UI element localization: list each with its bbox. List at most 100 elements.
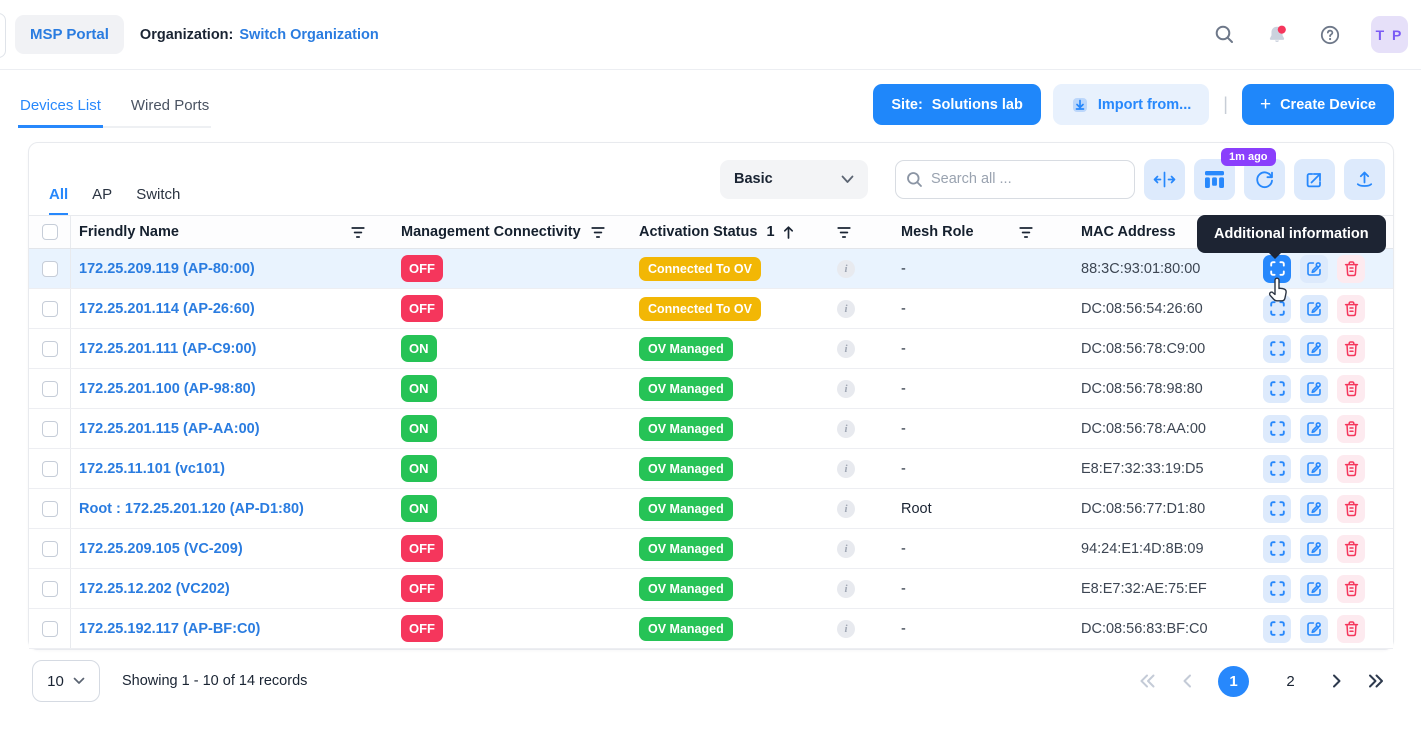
info-icon[interactable]: i <box>837 620 855 638</box>
row-checkbox[interactable] <box>42 501 58 517</box>
header-friendly-name[interactable]: Friendly Name <box>71 216 391 248</box>
notification-bell-icon[interactable] <box>1265 23 1289 47</box>
device-name-link[interactable]: 172.25.209.119 (AP-80:00) <box>79 261 255 277</box>
edit-device-button[interactable] <box>1300 575 1328 603</box>
row-checkbox[interactable] <box>42 381 58 397</box>
info-icon[interactable]: i <box>837 260 855 278</box>
delete-device-button[interactable] <box>1337 375 1365 403</box>
table-row[interactable]: 172.25.201.114 (AP-26:60) OFF Connected … <box>29 289 1393 329</box>
delete-device-button[interactable] <box>1337 335 1365 363</box>
delete-device-button[interactable] <box>1337 495 1365 523</box>
expand-row-button[interactable] <box>1263 615 1291 643</box>
expand-row-button[interactable] <box>1263 335 1291 363</box>
table-row[interactable]: 172.25.201.111 (AP-C9:00) ON OV Managed … <box>29 329 1393 369</box>
device-name-link[interactable]: Root : 172.25.201.120 (AP-D1:80) <box>79 501 304 517</box>
device-name-link[interactable]: 172.25.12.202 (VC202) <box>79 581 230 597</box>
delete-device-button[interactable] <box>1337 455 1365 483</box>
edit-device-button[interactable] <box>1300 375 1328 403</box>
last-page-button[interactable] <box>1368 674 1385 688</box>
expand-row-button[interactable] <box>1263 535 1291 563</box>
select-all-checkbox[interactable] <box>42 224 58 240</box>
row-checkbox[interactable] <box>42 301 58 317</box>
edit-device-button[interactable] <box>1300 495 1328 523</box>
info-icon[interactable]: i <box>837 420 855 438</box>
row-checkbox[interactable] <box>42 581 58 597</box>
info-icon[interactable]: i <box>837 580 855 598</box>
edit-device-button[interactable] <box>1300 535 1328 563</box>
edit-device-button[interactable] <box>1300 335 1328 363</box>
row-checkbox[interactable] <box>42 541 58 557</box>
row-checkbox[interactable] <box>42 341 58 357</box>
table-row[interactable]: 172.25.201.115 (AP-AA:00) ON OV Managed … <box>29 409 1393 449</box>
table-row[interactable]: 172.25.209.105 (VC-209) OFF OV Managed i… <box>29 529 1393 569</box>
info-icon[interactable]: i <box>837 340 855 358</box>
table-row[interactable]: 172.25.11.101 (vc101) ON OV Managed i - … <box>29 449 1393 489</box>
view-mode-select[interactable]: Basic <box>720 160 868 199</box>
filter-icon[interactable] <box>837 226 851 239</box>
device-name-link[interactable]: 172.25.192.117 (AP-BF:C0) <box>79 621 260 637</box>
next-page-button[interactable] <box>1332 674 1342 688</box>
first-page-button[interactable] <box>1139 674 1156 688</box>
row-checkbox[interactable] <box>42 461 58 477</box>
info-icon[interactable]: i <box>837 460 855 478</box>
info-icon[interactable]: i <box>837 540 855 558</box>
table-row[interactable]: Root : 172.25.201.120 (AP-D1:80) ON OV M… <box>29 489 1393 529</box>
previous-page-button[interactable] <box>1182 674 1192 688</box>
delete-device-button[interactable] <box>1337 295 1365 323</box>
device-name-link[interactable]: 172.25.201.111 (AP-C9:00) <box>79 341 256 357</box>
expand-row-button[interactable] <box>1263 415 1291 443</box>
column-resize-button[interactable] <box>1144 159 1185 200</box>
table-row[interactable]: 172.25.209.119 (AP-80:00) OFF Connected … <box>29 249 1393 289</box>
header-mesh-role[interactable]: Mesh Role <box>881 216 1057 248</box>
device-name-link[interactable]: 172.25.201.115 (AP-AA:00) <box>79 421 260 437</box>
table-row[interactable]: 172.25.201.100 (AP-98:80) ON OV Managed … <box>29 369 1393 409</box>
search-icon[interactable] <box>1212 23 1236 47</box>
header-activation-status[interactable]: Activation Status 1 <box>633 216 881 248</box>
tab-ap[interactable]: AP <box>92 186 112 215</box>
row-checkbox[interactable] <box>42 421 58 437</box>
expand-row-button[interactable] <box>1263 495 1291 523</box>
edit-device-button[interactable] <box>1300 455 1328 483</box>
delete-device-button[interactable] <box>1337 255 1365 283</box>
upload-button[interactable] <box>1344 159 1385 200</box>
tab-devices-list[interactable]: Devices List <box>18 91 103 128</box>
tab-switch[interactable]: Switch <box>136 186 180 215</box>
msp-portal-brand-button[interactable]: MSP Portal <box>15 15 124 54</box>
help-icon[interactable] <box>1318 23 1342 47</box>
row-checkbox[interactable] <box>42 621 58 637</box>
device-name-link[interactable]: 172.25.209.105 (VC-209) <box>79 541 243 557</box>
edit-device-button[interactable] <box>1300 615 1328 643</box>
device-name-link[interactable]: 172.25.201.114 (AP-26:60) <box>79 301 255 317</box>
table-row[interactable]: 172.25.12.202 (VC202) OFF OV Managed i -… <box>29 569 1393 609</box>
tab-all[interactable]: All <box>49 186 68 215</box>
expand-row-button[interactable] <box>1263 455 1291 483</box>
search-input[interactable] <box>931 171 1111 187</box>
pagination-page-1[interactable]: 1 <box>1218 666 1249 697</box>
delete-device-button[interactable] <box>1337 615 1365 643</box>
page-size-select[interactable]: 10 <box>32 660 100 702</box>
organization-name-link[interactable]: Switch Organization <box>239 27 378 43</box>
delete-device-button[interactable] <box>1337 415 1365 443</box>
device-name-link[interactable]: 172.25.201.100 (AP-98:80) <box>79 381 256 397</box>
filter-icon[interactable] <box>591 226 605 239</box>
filter-icon[interactable] <box>351 226 365 239</box>
filter-icon[interactable] <box>1019 226 1033 239</box>
info-icon[interactable]: i <box>837 380 855 398</box>
refresh-button[interactable]: 1m ago <box>1244 159 1285 200</box>
table-row[interactable]: 172.25.192.117 (AP-BF:C0) OFF OV Managed… <box>29 609 1393 649</box>
tab-wired-ports[interactable]: Wired Ports <box>129 91 211 128</box>
edit-device-button[interactable] <box>1300 415 1328 443</box>
delete-device-button[interactable] <box>1337 535 1365 563</box>
expand-row-button[interactable] <box>1263 295 1291 323</box>
edit-device-button[interactable] <box>1300 295 1328 323</box>
device-name-link[interactable]: 172.25.11.101 (vc101) <box>79 461 225 477</box>
header-management-connectivity[interactable]: Management Connectivity <box>391 216 633 248</box>
edit-device-button[interactable] <box>1300 255 1328 283</box>
import-from-button[interactable]: Import from... <box>1053 84 1209 125</box>
delete-device-button[interactable] <box>1337 575 1365 603</box>
create-device-button[interactable]: + Create Device <box>1242 84 1394 125</box>
pagination-page-2[interactable]: 2 <box>1275 666 1306 697</box>
info-icon[interactable]: i <box>837 500 855 518</box>
info-icon[interactable]: i <box>837 300 855 318</box>
open-external-button[interactable] <box>1294 159 1335 200</box>
